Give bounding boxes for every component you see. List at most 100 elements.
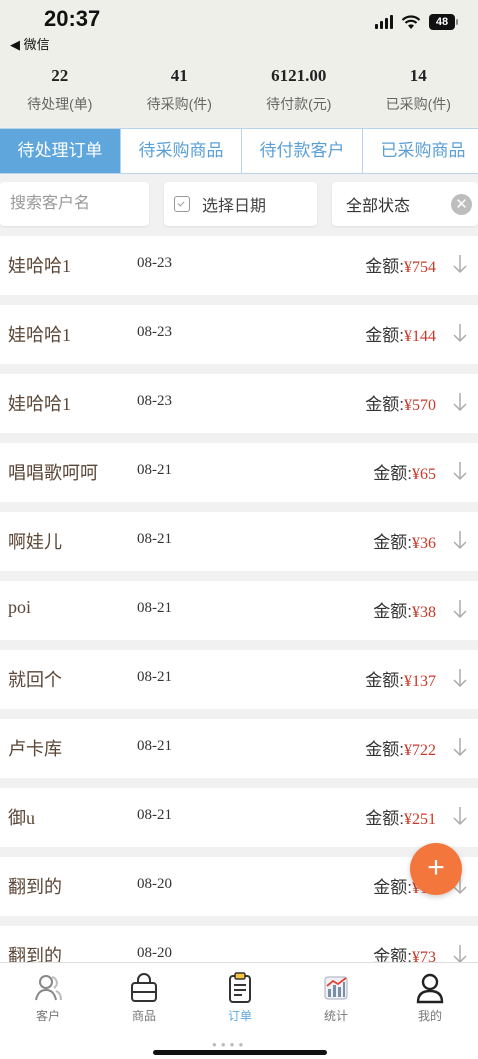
stat-pending-payment[interactable]: 6121.00 待付款(元): [239, 56, 359, 127]
order-amount: 金额:¥36: [373, 528, 436, 553]
amount-label: 金额:: [365, 671, 404, 690]
amount-value: ¥36: [412, 535, 436, 552]
tab-pending-payment[interactable]: 待付款客户: [242, 129, 363, 173]
amount-label: 金额:: [365, 326, 404, 345]
order-row[interactable]: 翻到的08-20金额:¥16: [0, 857, 478, 916]
amount-value: ¥144: [404, 328, 436, 345]
tabbar-item-statistics[interactable]: 统计: [288, 971, 384, 1024]
order-customer: 卢卡库: [8, 735, 62, 761]
order-row[interactable]: 御u 08-21 金额:¥251: [0, 788, 478, 847]
clock-time: 20:37: [44, 6, 100, 32]
wifi-icon: [401, 15, 421, 30]
arrow-down-icon[interactable]: [452, 666, 468, 690]
order-tabs: 待处理订单 待采购商品 待付款客户 已采购商品: [0, 128, 478, 174]
order-amount: 金额:¥754: [365, 252, 436, 277]
tabbar-item-products[interactable]: 商品: [96, 971, 192, 1024]
page-indicator-dots: ●●●●: [212, 1040, 247, 1049]
order-date: 08-20: [137, 945, 172, 962]
stat-value: 6121.00: [239, 66, 359, 86]
order-customer: 娃哈哈1: [8, 321, 71, 347]
tabbar-label: 商品: [96, 1007, 192, 1024]
amount-label: 金额:: [365, 395, 404, 414]
order-amount: 金额:¥251: [365, 804, 436, 829]
order-date: 08-23: [137, 255, 172, 272]
status-select[interactable]: 全部状态 ✕: [332, 182, 478, 226]
amount-value: ¥137: [404, 673, 436, 690]
order-date: 08-21: [137, 531, 172, 548]
date-picker-label: 选择日期: [202, 192, 266, 216]
order-amount: 金额:¥38: [373, 597, 436, 622]
date-picker-button[interactable]: 选择日期: [164, 182, 317, 226]
order-date: 08-21: [137, 462, 172, 479]
signal-icon: [375, 15, 393, 29]
tabbar-label: 统计: [288, 1007, 384, 1024]
battery-level: 48: [429, 14, 455, 30]
back-to-wechat-link[interactable]: ◀ 微信: [10, 34, 50, 53]
stats-icon: [319, 971, 353, 1005]
order-row[interactable]: 娃哈哈1 08-23 金额:¥570: [0, 374, 478, 433]
tabbar-label: 订单: [192, 1007, 288, 1024]
stat-pending-purchase[interactable]: 41 待采购(件): [120, 56, 240, 127]
stat-purchased[interactable]: 14 已采购(件): [359, 56, 478, 127]
bag-icon: [127, 971, 161, 1005]
tabbar-label: 客户: [0, 1007, 96, 1024]
stat-label: 已采购(件): [359, 94, 478, 114]
home-indicator[interactable]: [153, 1050, 327, 1055]
summary-stats: 22 待处理(单) 41 待采购(件) 6121.00 待付款(元) 14 已采…: [0, 56, 478, 127]
order-customer: poi: [8, 597, 31, 618]
order-date: 08-23: [137, 393, 172, 410]
arrow-down-icon[interactable]: [452, 321, 468, 345]
amount-label: 金额:: [373, 533, 412, 552]
order-date: 08-23: [137, 324, 172, 341]
stat-value: 41: [120, 66, 240, 86]
tabbar-item-orders[interactable]: 订单: [192, 971, 288, 1024]
clear-icon[interactable]: ✕: [451, 194, 472, 215]
order-row[interactable]: 娃哈哈1 08-23 金额:¥144: [0, 305, 478, 364]
order-row[interactable]: 卢卡库08-21金额:¥722: [0, 719, 478, 778]
tabbar-item-customers[interactable]: 客户: [0, 971, 96, 1024]
order-row[interactable]: 娃哈哈108-23金额:¥754: [0, 236, 478, 295]
customer-search-input[interactable]: [0, 182, 149, 226]
arrow-down-icon[interactable]: [452, 459, 468, 483]
tabbar-label: 我的: [382, 1007, 478, 1024]
order-row[interactable]: 唱唱歌呵呵08-21金额:¥65: [0, 443, 478, 502]
stat-value: 14: [359, 66, 478, 86]
order-amount: 金额:¥144: [365, 321, 436, 346]
order-date: 08-21: [137, 807, 172, 824]
stat-label: 待处理(单): [0, 94, 120, 114]
order-row[interactable]: poi08-21金额:¥38: [0, 581, 478, 640]
order-customer: 娃哈哈1: [8, 390, 71, 416]
order-customer: 御u: [8, 804, 35, 830]
stat-value: 22: [0, 66, 120, 86]
order-date: 08-20: [137, 876, 172, 893]
order-customer: 就回个: [8, 666, 62, 692]
tabbar-item-profile[interactable]: 我的: [382, 971, 478, 1024]
order-amount: 金额:¥722: [365, 735, 436, 760]
amount-label: 金额:: [365, 257, 404, 276]
stat-pending-orders[interactable]: 22 待处理(单): [0, 56, 120, 127]
arrow-down-icon[interactable]: [452, 804, 468, 828]
arrow-down-icon[interactable]: [452, 735, 468, 759]
stat-label: 待采购(件): [120, 94, 240, 114]
order-date: 08-21: [137, 669, 172, 686]
amount-value: ¥38: [412, 604, 436, 621]
arrow-down-icon[interactable]: [452, 528, 468, 552]
order-row[interactable]: 啊娃儿08-21金额:¥36: [0, 512, 478, 571]
customers-icon: [31, 971, 65, 1005]
order-row[interactable]: 就回个 08-21 金额:¥137: [0, 650, 478, 709]
amount-label: 金额:: [373, 602, 412, 621]
amount-label: 金额:: [373, 464, 412, 483]
amount-value: ¥570: [404, 397, 436, 414]
system-icons: 48: [375, 14, 458, 30]
tab-purchased[interactable]: 已采购商品: [363, 129, 478, 173]
status-bar: 20:37 ◀ 微信 48: [0, 0, 478, 56]
tab-pending-purchase[interactable]: 待采购商品: [121, 129, 242, 173]
order-amount: 金额:¥65: [373, 459, 436, 484]
add-order-button[interactable]: +: [410, 843, 462, 895]
arrow-down-icon[interactable]: [452, 252, 468, 276]
arrow-down-icon[interactable]: [452, 390, 468, 414]
arrow-down-icon[interactable]: [452, 597, 468, 621]
filter-bar: 选择日期 全部状态 ✕: [0, 182, 478, 228]
orders-icon: [223, 971, 257, 1005]
tab-pending-orders[interactable]: 待处理订单: [0, 129, 121, 173]
